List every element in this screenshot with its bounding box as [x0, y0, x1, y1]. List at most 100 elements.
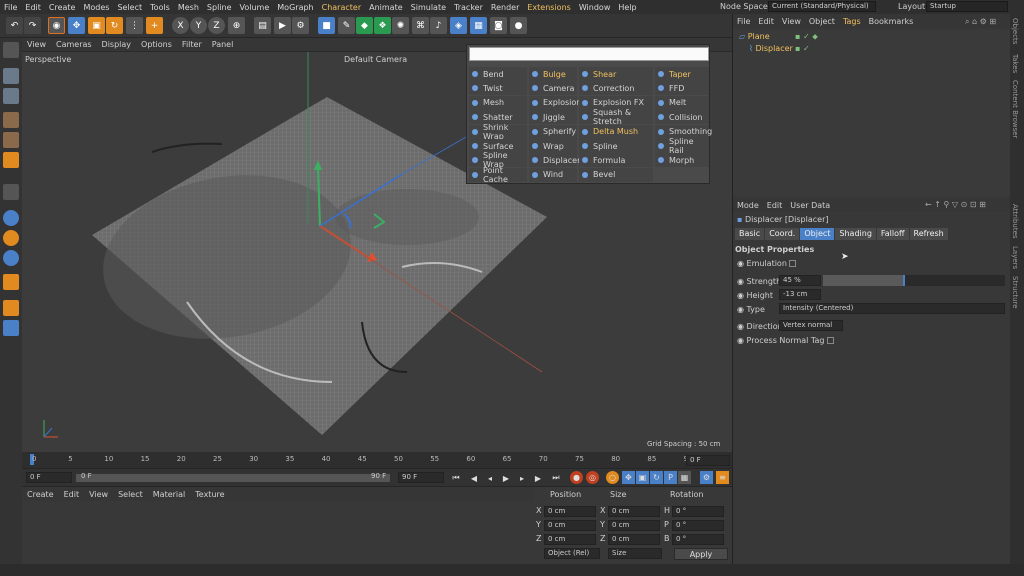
attributes-nav-icon[interactable]: ← ↑ ⚲ ▽ ⊙ ⊡ ⊞: [925, 200, 986, 209]
object-menu-bookmarks[interactable]: Bookmarks: [865, 17, 918, 26]
deformer-spline[interactable]: Spline: [579, 139, 653, 153]
deformer-squash-stretch[interactable]: Squash & Stretch: [579, 108, 653, 126]
rotation-field[interactable]: 0 °: [672, 506, 724, 517]
end-frame-field[interactable]: 90 F: [398, 472, 444, 483]
menu-extensions[interactable]: Extensions: [523, 3, 574, 12]
side-tab-structure[interactable]: Structure: [1011, 276, 1019, 309]
deformer-formula[interactable]: Formula: [579, 153, 653, 168]
floor-icon[interactable]: ◈: [450, 17, 467, 34]
x-axis-icon[interactable]: X: [172, 17, 189, 34]
live-selection-icon[interactable]: ◉: [48, 17, 65, 34]
deformer-point-cache[interactable]: Point Cache: [469, 166, 527, 184]
strength-field[interactable]: 45 %: [779, 275, 821, 286]
brush-icon[interactable]: [3, 300, 19, 316]
type-select[interactable]: Intensity (Centered): [779, 303, 1005, 314]
menu-render[interactable]: Render: [487, 3, 523, 12]
deformer-spherify[interactable]: Spherify: [529, 124, 577, 139]
render-view-icon[interactable]: ▶: [274, 17, 291, 34]
play-icon[interactable]: ▶: [500, 472, 512, 484]
node-space-select[interactable]: Current (Standard/Physical): [768, 1, 876, 12]
displacer-visibility-icon[interactable]: ▪ ✓: [795, 44, 810, 53]
viewport-menu-display[interactable]: Display: [97, 40, 137, 49]
camera-icon[interactable]: ◙: [490, 17, 507, 34]
field-icon[interactable]: ✺: [392, 17, 409, 34]
deformer-correction[interactable]: Correction: [579, 81, 653, 96]
polygons-mode-icon[interactable]: [3, 152, 19, 168]
object-menu-object[interactable]: Object: [805, 17, 839, 26]
viewport-menu-cameras[interactable]: Cameras: [51, 40, 97, 49]
material-menu-create[interactable]: Create: [22, 490, 59, 499]
rotation-field[interactable]: 0 °: [672, 534, 724, 545]
timeline-ruler[interactable]: 051015202530354045505560657075808590: [22, 452, 732, 468]
tab-object[interactable]: Object: [800, 228, 835, 240]
deformer-spline-rail[interactable]: Spline Rail: [655, 137, 709, 155]
z-axis-icon[interactable]: Z: [208, 17, 225, 34]
redo-icon[interactable]: ↷: [24, 17, 41, 34]
plane-visibility-icon[interactable]: ▪ ✓ ⬥: [795, 32, 818, 42]
size-field[interactable]: 0 cm: [608, 506, 660, 517]
rotation-field[interactable]: 0 °: [672, 520, 724, 531]
size-field[interactable]: 0 cm: [608, 534, 660, 545]
material-menu-edit[interactable]: Edit: [59, 490, 85, 499]
direction-select[interactable]: Vertex normal: [779, 320, 843, 331]
apply-button[interactable]: Apply: [674, 548, 728, 560]
object-displacer[interactable]: ⌇ Displacer: [749, 44, 793, 53]
attributes-menu-user-data[interactable]: User Data: [786, 201, 834, 210]
side-tab-objects[interactable]: Objects: [1011, 18, 1019, 44]
record-icon[interactable]: ●: [570, 471, 583, 484]
attributes-menu-edit[interactable]: Edit: [763, 201, 787, 210]
autokey-icon[interactable]: ◎: [586, 471, 599, 484]
y-axis-icon[interactable]: Y: [190, 17, 207, 34]
render-region-icon[interactable]: ▤: [254, 17, 271, 34]
menu-create[interactable]: Create: [45, 3, 80, 12]
viewport-menu-options[interactable]: Options: [136, 40, 177, 49]
viewport-menu-view[interactable]: View: [22, 40, 51, 49]
object-menu-tags[interactable]: Tags: [839, 17, 865, 26]
scale-icon[interactable]: ▣: [88, 17, 105, 34]
emulation-checkbox[interactable]: [789, 260, 797, 267]
make-editable-icon[interactable]: [3, 42, 19, 58]
menu-file[interactable]: File: [0, 3, 21, 12]
light-icon[interactable]: ●: [510, 17, 527, 34]
deformer-camera[interactable]: Camera: [529, 81, 577, 96]
coordinate-system-icon[interactable]: ⊕: [228, 17, 245, 34]
pen-icon[interactable]: ✎: [338, 17, 355, 34]
goto-end-icon[interactable]: ⏭: [550, 472, 562, 484]
material-menu-select[interactable]: Select: [113, 490, 148, 499]
coord-size-mode-select[interactable]: Size: [608, 548, 662, 559]
prev-frame-icon[interactable]: ◂: [484, 472, 496, 484]
goto-start-icon[interactable]: ⏮: [450, 472, 462, 484]
deformer-wind[interactable]: Wind: [529, 167, 577, 182]
prev-key-icon[interactable]: ◀: [468, 472, 480, 484]
deformer-explosion[interactable]: Explosion: [529, 95, 581, 110]
object-plane[interactable]: ▱ Plane: [739, 32, 770, 41]
deformer-displacer[interactable]: Displacer: [529, 153, 580, 168]
position-field[interactable]: 0 cm: [544, 520, 596, 531]
motion-icon[interactable]: ⚙: [700, 471, 713, 484]
deformer-jiggle[interactable]: Jiggle: [529, 110, 577, 125]
side-tab-layers[interactable]: Layers: [1011, 246, 1019, 269]
menu-edit[interactable]: Edit: [21, 3, 45, 12]
axis-mode-icon[interactable]: [3, 184, 19, 200]
size-field[interactable]: 0 cm: [608, 520, 660, 531]
viewport-menu-filter[interactable]: Filter: [177, 40, 207, 49]
scale-key-icon[interactable]: ▣: [636, 471, 649, 484]
deformer-search-input[interactable]: [469, 47, 709, 61]
deformer-bend[interactable]: Bend: [469, 67, 527, 81]
rotate-icon[interactable]: ↻: [106, 17, 123, 34]
menu-volume[interactable]: Volume: [236, 3, 274, 12]
object-menu-view[interactable]: View: [778, 17, 805, 26]
menu-character[interactable]: Character: [318, 3, 366, 12]
deformer-wrap[interactable]: Wrap: [529, 139, 577, 153]
model-mode-icon[interactable]: [3, 68, 19, 84]
sculpt-icon[interactable]: [3, 274, 19, 290]
side-tab-takes[interactable]: Takes: [1011, 54, 1019, 73]
tab-coord[interactable]: Coord.: [765, 228, 800, 240]
cube-icon[interactable]: ■: [318, 17, 335, 34]
menu-select[interactable]: Select: [113, 3, 146, 12]
tab-basic[interactable]: Basic: [735, 228, 765, 240]
attributes-menu-mode[interactable]: Mode: [733, 201, 763, 210]
side-tab-attributes[interactable]: Attributes: [1011, 204, 1019, 239]
menu-mograph[interactable]: MoGraph: [273, 3, 317, 12]
tab-falloff[interactable]: Falloff: [876, 228, 909, 240]
